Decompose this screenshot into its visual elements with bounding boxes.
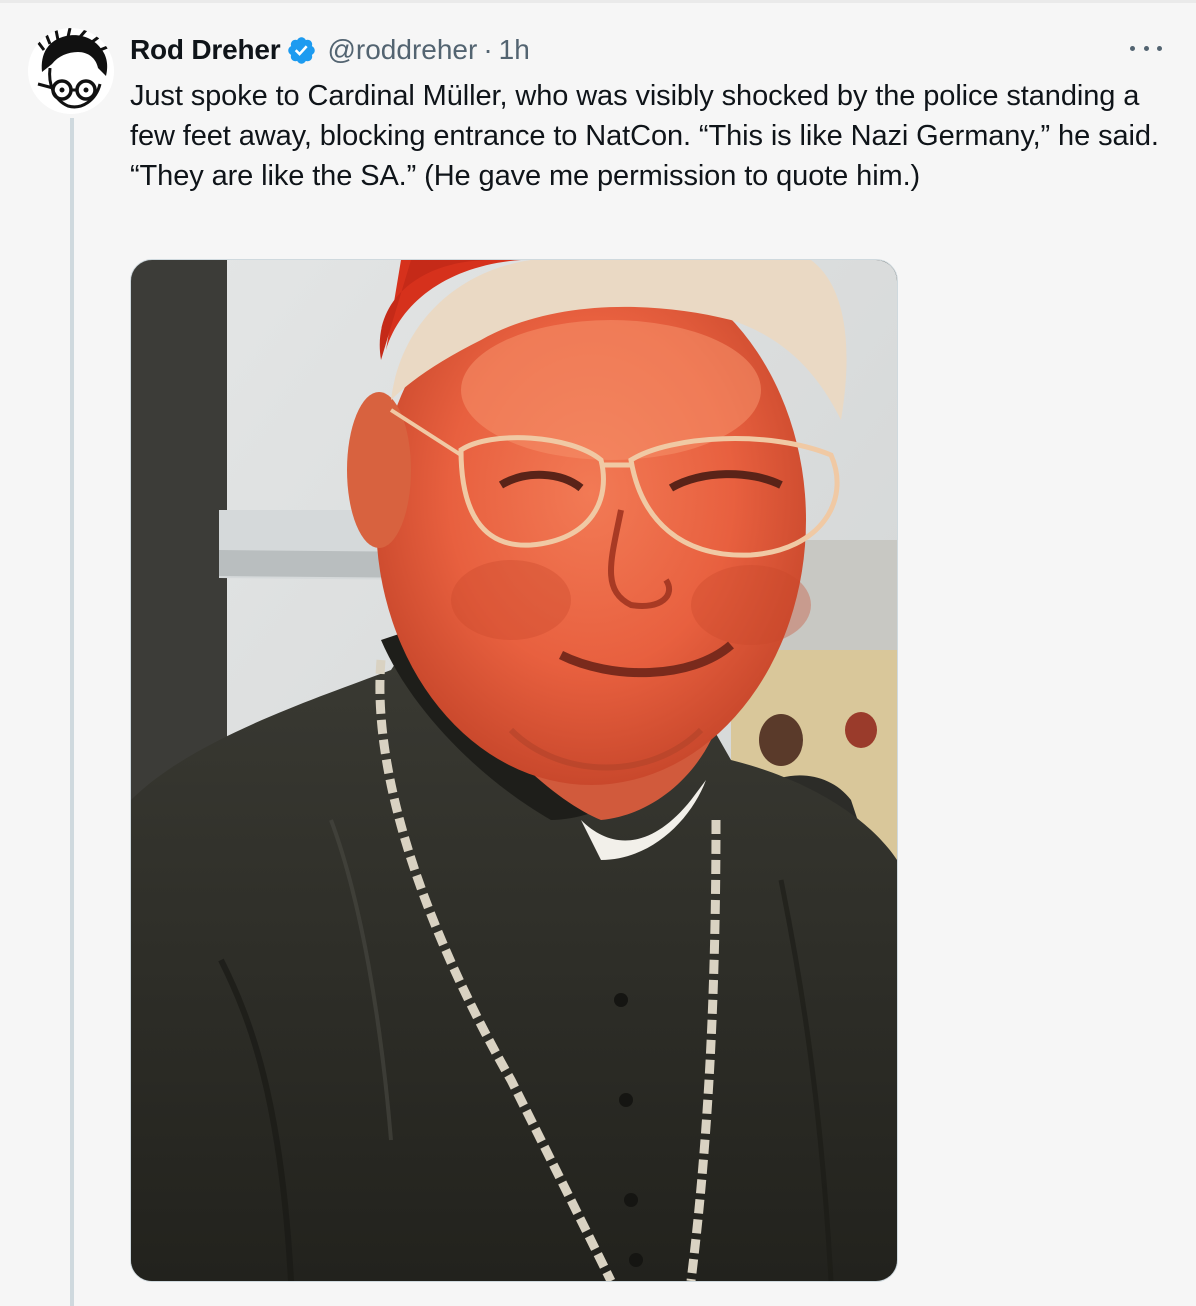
header-separator: · <box>483 34 493 65</box>
caricature-avatar-icon <box>28 28 114 114</box>
more-horizontal-icon <box>1143 45 1149 51</box>
verified-badge-icon <box>286 35 317 66</box>
more-options-button[interactable] <box>1130 36 1162 60</box>
thread-line <box>70 118 74 1306</box>
tweet-header: Rod Dreher @roddreher · 1h <box>130 30 530 70</box>
author-handle[interactable]: @roddreher <box>327 34 477 66</box>
tweet-text: Just spoke to Cardinal Müller, who was v… <box>130 80 1159 192</box>
tweet-photo[interactable] <box>130 259 898 1282</box>
avatar[interactable] <box>28 28 114 114</box>
tweet-timestamp[interactable]: 1h <box>499 34 530 66</box>
more-horizontal-icon <box>1157 45 1162 51</box>
tweet[interactable]: Rod Dreher @roddreher · 1h Just spoke to… <box>0 0 1196 1306</box>
top-divider <box>0 0 1196 3</box>
more-horizontal-icon <box>1130 45 1135 51</box>
author-display-name[interactable]: Rod Dreher <box>130 34 281 66</box>
cardinal-portrait-photo <box>131 260 897 1281</box>
